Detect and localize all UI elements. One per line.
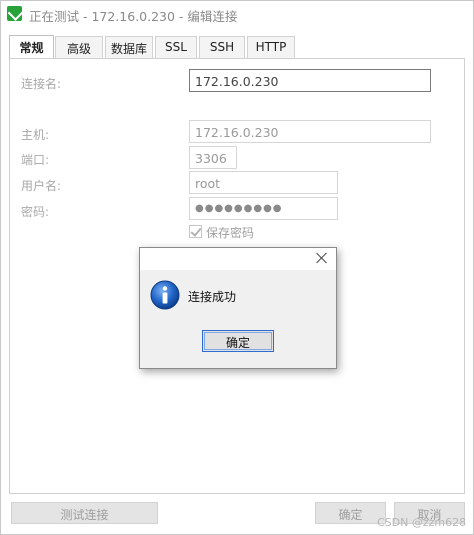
save-password-checkbox[interactable] — [189, 225, 202, 238]
tab-http[interactable]: HTTP — [247, 36, 295, 58]
close-icon[interactable] — [315, 251, 329, 265]
tab-ssl[interactable]: SSL — [155, 36, 197, 58]
tab-advanced[interactable]: 高级 — [55, 36, 103, 58]
tab-general[interactable]: 常规 — [9, 35, 54, 59]
dialog-body: 连接成功 确定 — [140, 270, 336, 368]
info-icon — [150, 280, 180, 310]
dialog-message: 连接成功 — [188, 290, 237, 304]
window-title: 正在测试 - 172.16.0.230 - 编辑连接 — [29, 9, 238, 24]
dialog-ok-button[interactable]: 确定 — [202, 330, 274, 352]
password-label: 密码: — [21, 205, 50, 219]
connection-name-input[interactable]: 172.16.0.230 — [189, 69, 431, 92]
tab-ssh[interactable]: SSH — [199, 36, 245, 58]
watermark: CSDN @zzm628 — [377, 516, 467, 529]
connection-name-label: 连接名: — [21, 77, 62, 91]
password-input[interactable]: ●●●●●●●●● — [189, 197, 338, 220]
save-password-label: 保存密码 — [206, 226, 255, 240]
username-input[interactable]: root — [189, 171, 338, 194]
username-label: 用户名: — [21, 179, 62, 193]
tab-databases[interactable]: 数据库 — [105, 36, 153, 58]
host-label: 主机: — [21, 128, 50, 142]
test-connection-button[interactable]: 测试连接 — [11, 502, 158, 524]
port-input[interactable]: 3306 — [189, 146, 237, 169]
port-label: 端口: — [21, 153, 50, 167]
dialog-title-bar — [140, 248, 336, 270]
app-logo-icon — [7, 6, 22, 21]
title-bar: 正在测试 - 172.16.0.230 - 编辑连接 — [1, 1, 473, 27]
connection-success-dialog: 连接成功 确定 — [139, 247, 337, 369]
edit-connection-window: 正在测试 - 172.16.0.230 - 编辑连接 常规 高级 数据库 SSL… — [0, 0, 474, 535]
host-input[interactable]: 172.16.0.230 — [189, 120, 431, 143]
ok-button[interactable]: 确定 — [315, 502, 386, 524]
